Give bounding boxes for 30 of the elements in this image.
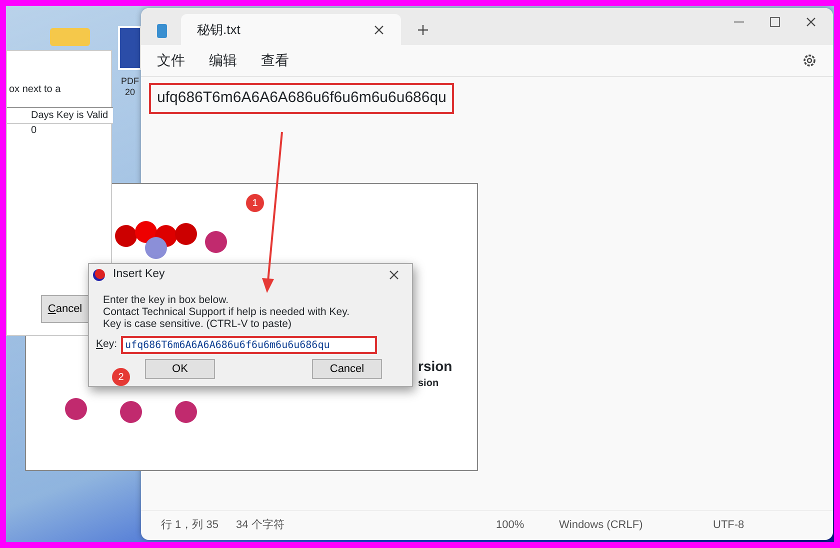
close-tab-icon[interactable]: [373, 24, 385, 36]
close-icon[interactable]: [388, 269, 400, 281]
instruction-text: ox next to a: [9, 83, 61, 97]
document-text: ufq686T6m6A6A6A686u6f6u6m6u6u686qu: [149, 83, 454, 114]
ok-button[interactable]: OK: [145, 359, 215, 380]
maximize-icon[interactable]: [769, 16, 781, 28]
column-header: Days Key is Valid: [7, 107, 113, 124]
menu-item[interactable]: 文件: [157, 50, 185, 71]
status-text: 34 个字符: [236, 518, 284, 534]
app-logo-icon: [93, 269, 105, 281]
status-text: Windows (CRLF): [559, 518, 643, 534]
splash-text: sion: [418, 377, 439, 391]
menu-item[interactable]: 查看: [261, 50, 289, 71]
cancel-button[interactable]: Cancel: [312, 359, 382, 380]
table-cell-text: 0: [31, 124, 37, 138]
new-tab-icon[interactable]: [417, 24, 429, 36]
close-icon[interactable]: [805, 16, 817, 28]
splash-text: rsion: [418, 357, 452, 376]
desktop-icon-label[interactable]: PDF 20: [116, 76, 144, 98]
field-label: Key:: [96, 337, 118, 352]
menu-item[interactable]: 编辑: [209, 50, 237, 71]
settings-icon[interactable]: [802, 53, 817, 68]
dialog-title: Insert Key: [113, 267, 165, 282]
dialog-message: Enter the key in box below. Contact Technical Support if help is needed with Key. Key is case sensitive. (CTRL-V to paste): [103, 294, 351, 330]
status-text: 行 1，列 35: [161, 518, 218, 534]
file-tab[interactable]: 秘钥.txt: [181, 14, 401, 45]
cancel-button[interactable]: Cancel: [41, 295, 89, 323]
status-text: UTF-8: [713, 518, 744, 534]
status-text: 100%: [496, 518, 524, 534]
key-field[interactable]: ufq686T6m6A6A6A686u6f6u6m6u6u686qu: [121, 336, 378, 354]
